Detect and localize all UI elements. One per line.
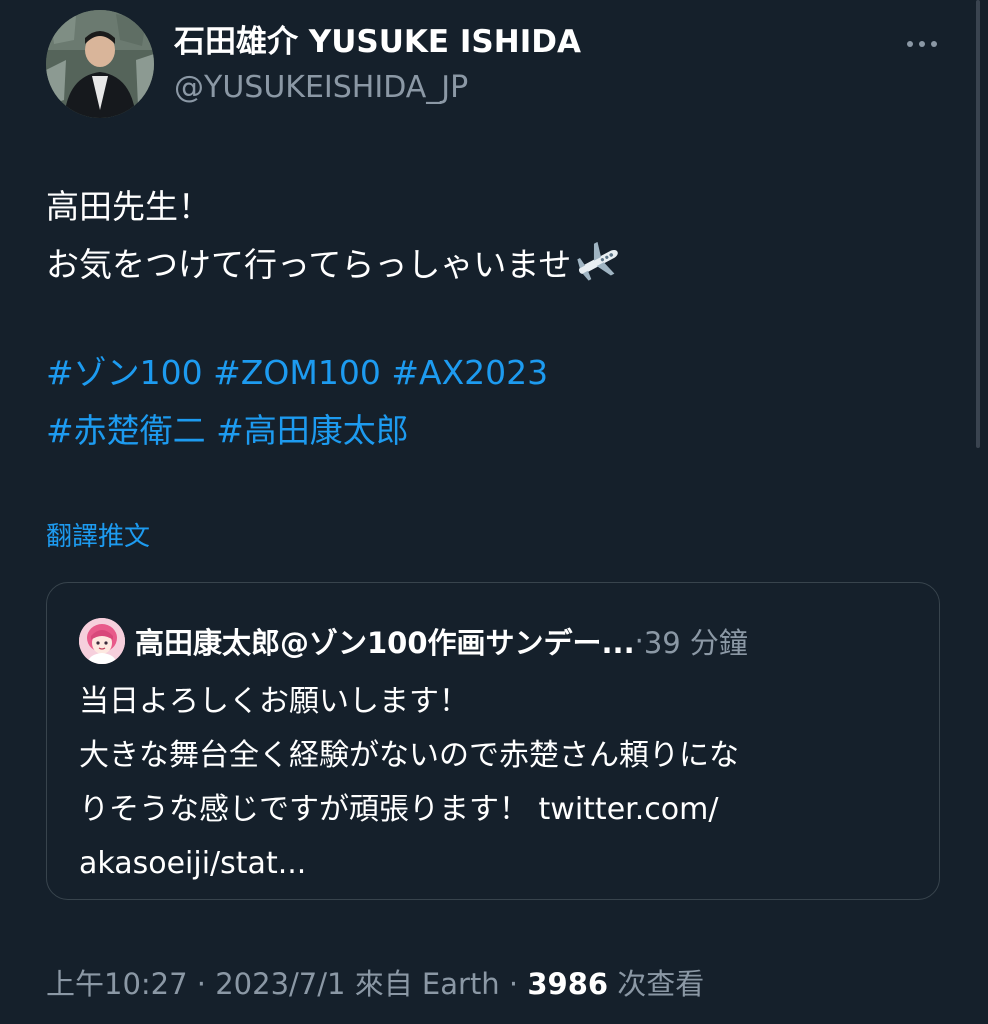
quoted-separator: · [634, 624, 644, 658]
quoted-line: 当日よろしくお願いします！ [79, 684, 469, 719]
tweet-date[interactable]: 2023/7/1 [215, 967, 345, 1001]
quoted-author-avatar [79, 618, 125, 664]
tweet-line-1: 高田先生！ [46, 187, 211, 226]
tweet-header: 石田雄介 YUSUKE ISHIDA @YUSUKEISHIDA_JP [46, 10, 946, 120]
author-avatar[interactable] [46, 10, 154, 118]
scrollbar[interactable] [976, 0, 980, 448]
hashtag-link[interactable]: #ゾン100 [46, 353, 203, 392]
author-handle[interactable]: @YUSUKEISHIDA_JP [174, 66, 581, 110]
tweet-hashtags: #ゾン100 #ZOM100 #AX2023 #赤楚衛二 #高田康太郎 [46, 344, 946, 460]
hashtag-link[interactable]: #赤楚衛二 [46, 411, 206, 450]
hashtag-row-2: #赤楚衛二 #高田康太郎 [46, 402, 946, 460]
tweet-time[interactable]: 上午10:27 [46, 967, 188, 1001]
quoted-line: akasoeiji/stat... [79, 846, 307, 881]
quoted-line: りそうな感じですが頑張ります！ twitter.com/ [79, 792, 719, 827]
views-count: 3986 [527, 967, 609, 1001]
meta-separator: · [499, 967, 528, 1001]
more-horizontal-icon-dot-2 [919, 41, 925, 47]
tweet-page: 石田雄介 YUSUKE ISHIDA @YUSUKEISHIDA_JP 高田先生… [0, 0, 988, 1024]
airplane-emoji-icon [575, 241, 621, 300]
more-horizontal-icon-dot-3 [931, 41, 937, 47]
more-horizontal-icon [907, 41, 913, 47]
author-display-name[interactable]: 石田雄介 YUSUKE ISHIDA [174, 18, 581, 66]
hashtag-link[interactable]: #高田康太郎 [216, 411, 409, 450]
quoted-tweet-text: 当日よろしくお願いします！ 大きな舞台全く経験がないので赤楚さん頼りにな りそう… [79, 675, 909, 891]
quoted-tweet-card[interactable]: 高田康太郎@ゾン100作画サンデー... · 39 分鐘 当日よろしくお願いしま… [46, 582, 940, 900]
hashtag-row-1: #ゾン100 #ZOM100 #AX2023 [46, 344, 946, 402]
quoted-time: 39 分鐘 [643, 626, 748, 660]
tweet-meta: 上午10:27 · 2023/7/1 來自 Earth · 3986 次查看 [46, 962, 704, 1006]
quoted-line: 大きな舞台全く経験がないので赤楚さん頼りにな [79, 738, 739, 773]
quoted-tweet-header: 高田康太郎@ゾン100作画サンデー... · 39 分鐘 [79, 617, 919, 665]
hashtag-link[interactable]: #ZOM100 [213, 353, 381, 392]
tweet-line-2-text: お気をつけて行ってらっしゃいませ [46, 245, 572, 284]
meta-separator: · [187, 967, 216, 1001]
tweet-line-2: お気をつけて行ってらっしゃいませ [46, 236, 946, 294]
more-options-button[interactable] [898, 26, 946, 62]
author-names: 石田雄介 YUSUKE ISHIDA @YUSUKEISHIDA_JP [174, 18, 581, 110]
translate-tweet-link[interactable]: 翻譯推文 [46, 518, 150, 556]
views-label: 次查看 [617, 967, 705, 1001]
hashtag-link[interactable]: #AX2023 [391, 353, 548, 392]
tweet-text: 高田先生！ お気をつけて行ってらっしゃいませ [46, 178, 946, 294]
tweet-source: 來自 Earth [354, 967, 500, 1001]
quoted-author-name: 高田康太郎@ゾン100作画サンデー... [135, 626, 635, 660]
